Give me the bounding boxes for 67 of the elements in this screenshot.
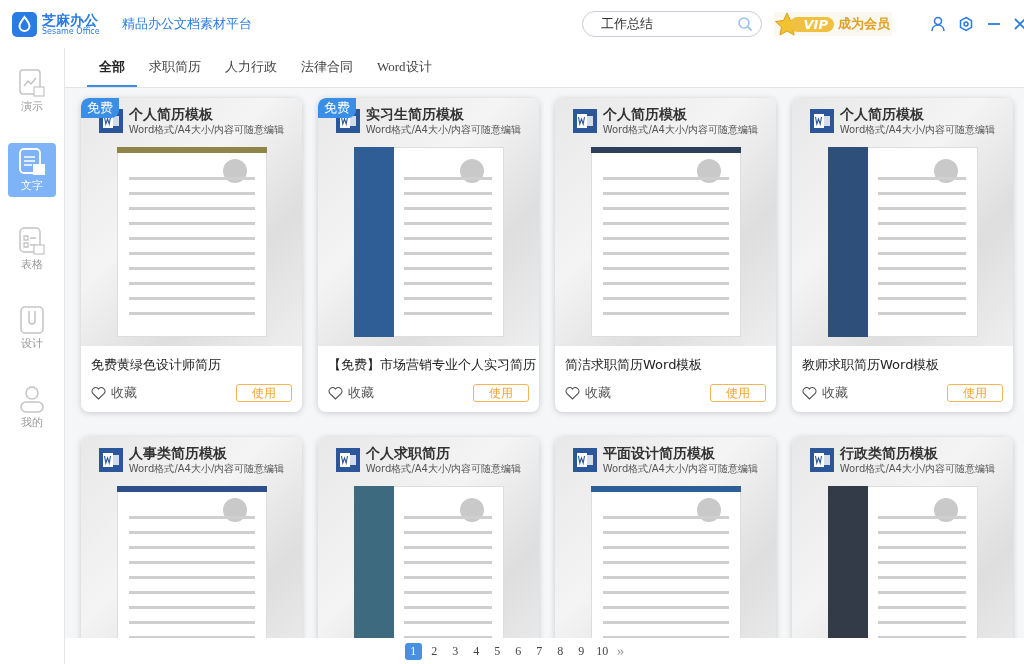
slogan: 精品办公文档素材平台 [121, 15, 252, 33]
category-tab[interactable]: 全部 [87, 48, 137, 87]
favorite-button[interactable]: 收藏 [802, 384, 848, 402]
word-document-icon [18, 147, 46, 177]
clip-icon [18, 305, 46, 335]
template-card[interactable]: 个人简历模板 Word格式/A4大小/内容可随意编辑 简洁求职简历Word模板 收藏 使用 [555, 98, 776, 412]
category-tab[interactable]: 法律合同 [289, 48, 365, 87]
logo-icon [12, 11, 37, 37]
thumbnail-subtitle: Word格式/A4大小/内容可随意编辑 [602, 461, 759, 476]
thumbnail-subtitle: Word格式/A4大小/内容可随意编辑 [602, 122, 759, 137]
page-link[interactable]: 2 [425, 642, 443, 660]
search-field[interactable]: 工作总结 [581, 11, 762, 37]
template-title: 教师求职简历Word模板 [801, 356, 941, 374]
spreadsheet-icon [18, 226, 46, 256]
template-title: 免费黄绿色设计师简历 [90, 356, 222, 374]
word-icon [809, 448, 834, 473]
word-icon [572, 109, 597, 134]
thumbnail-title: 人事类简历模板 [128, 445, 228, 462]
thumbnail-title: 个人求职简历 [365, 445, 451, 462]
page-link[interactable]: 8 [551, 642, 569, 660]
thumbnail-title: 个人简历模板 [602, 106, 688, 123]
user-icon[interactable] [930, 16, 946, 32]
user-icon [18, 384, 46, 414]
template-card[interactable]: 个人简历模板 Word格式/A4大小/内容可随意编辑 教师求职简历Word模板 收藏 使用 [792, 98, 1013, 412]
app-name-english: Sesame Office [42, 27, 100, 36]
thumbnail-title: 平面设计简历模板 [602, 445, 716, 462]
thumbnail-subtitle: Word格式/A4大小/内容可随意编辑 [839, 122, 996, 137]
page-link[interactable]: 7 [530, 642, 548, 660]
page-link[interactable]: 10 [593, 642, 611, 660]
favorite-button[interactable]: 收藏 [565, 384, 611, 402]
heart-icon [565, 386, 580, 400]
free-badge: 免费 [318, 98, 356, 118]
page-link[interactable]: 5 [488, 642, 506, 660]
page-link[interactable]: 9 [572, 642, 590, 660]
thumbnail-title: 实习生简历模板 [365, 106, 465, 123]
thumbnail-title: 行政类简历模板 [839, 445, 939, 462]
word-icon [572, 448, 597, 473]
category-tab[interactable]: 求职简历 [137, 48, 213, 87]
word-icon [98, 448, 123, 473]
word-icon [335, 448, 360, 473]
page-link[interactable]: 3 [446, 642, 464, 660]
template-card[interactable]: 实习生简历模板 Word格式/A4大小/内容可随意编辑 免费 【免费】市场营销专业个人实习简历 收藏 使用 [318, 98, 539, 412]
thumbnail-subtitle: Word格式/A4大小/内容可随意编辑 [128, 122, 285, 137]
thumbnail-title: 个人简历模板 [839, 106, 925, 123]
thumbnail-subtitle: Word格式/A4大小/内容可随意编辑 [128, 461, 285, 476]
thumbnail-title: 个人简历模板 [128, 106, 214, 123]
category-tab[interactable]: Word设计 [365, 48, 444, 87]
free-badge: 免费 [81, 98, 119, 118]
chart-document-icon [18, 68, 46, 98]
template-card[interactable]: 个人简历模板 Word格式/A4大小/内容可随意编辑 免费 免费黄绿色设计师简历 收藏 使用 [81, 98, 302, 412]
page-link[interactable]: 4 [467, 642, 485, 660]
heart-icon [91, 386, 106, 400]
page-link[interactable]: 6 [509, 642, 527, 660]
word-icon [809, 109, 834, 134]
settings-icon[interactable] [958, 16, 974, 32]
heart-icon [328, 386, 343, 400]
heart-icon [802, 386, 817, 400]
favorite-button[interactable]: 收藏 [91, 384, 137, 402]
app-name: 芝麻办公 [42, 12, 98, 27]
category-tab[interactable]: 人力行政 [213, 48, 289, 87]
close-icon[interactable] [1014, 16, 1024, 32]
thumbnail-subtitle: Word格式/A4大小/内容可随意编辑 [839, 461, 996, 476]
favorite-button[interactable]: 收藏 [328, 384, 374, 402]
thumbnail-subtitle: Word格式/A4大小/内容可随意编辑 [365, 461, 522, 476]
template-title: 简洁求职简历Word模板 [564, 356, 704, 374]
template-title: 【免费】市场营销专业个人实习简历 [327, 356, 537, 374]
thumbnail-subtitle: Word格式/A4大小/内容可随意编辑 [365, 122, 522, 137]
